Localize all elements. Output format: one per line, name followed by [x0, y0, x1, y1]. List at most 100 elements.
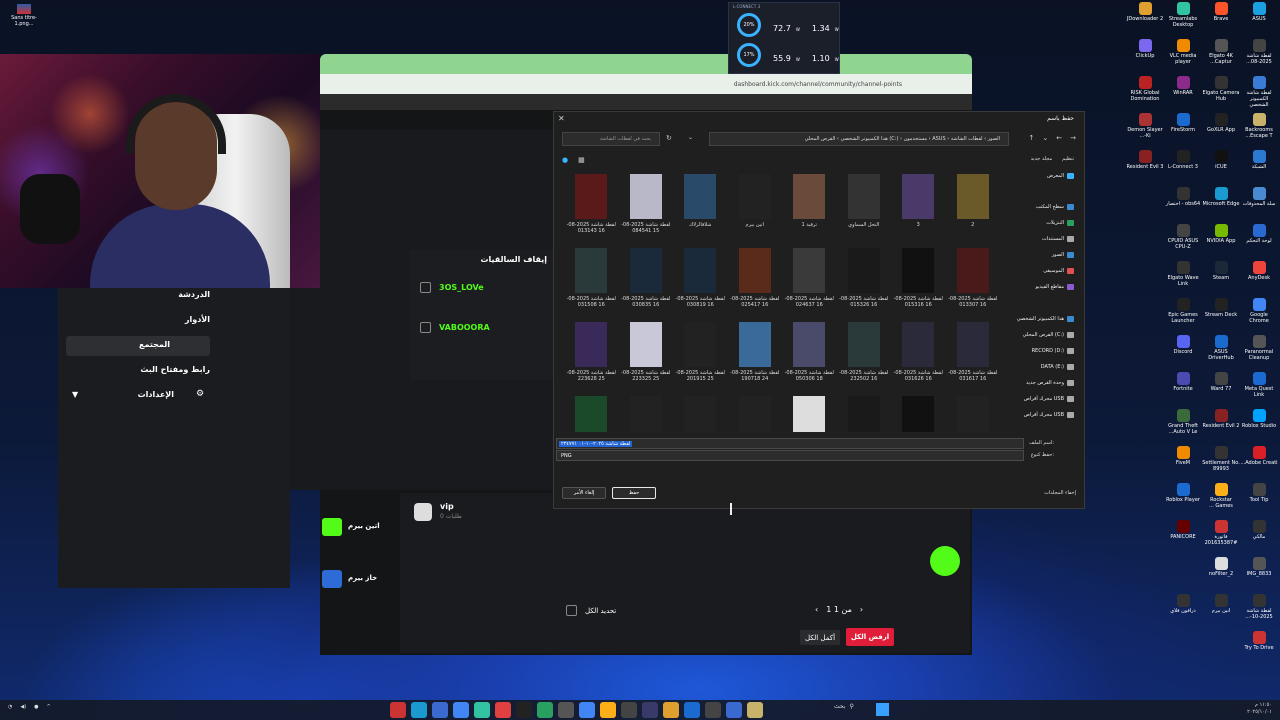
file-item[interactable]: لقطة شاشة 2025-08-16 025417 — [728, 246, 783, 320]
desktop-shortcut[interactable]: Elgato Camera Hub — [1202, 76, 1240, 113]
desktop-shortcut[interactable]: فاتورة #201635387 — [1202, 520, 1240, 557]
refresh-icon[interactable]: ↻ — [666, 134, 672, 142]
help-icon[interactable]: ● — [562, 156, 568, 164]
desktop-shortcut[interactable]: اتين بيرم — [1202, 594, 1240, 631]
file-name-input[interactable]: لقطة شاشة ٢٠٢٥-١٠-٠١ ٢٣٤٧٧١ — [556, 438, 1024, 449]
taskbar-app-icon[interactable] — [474, 702, 490, 718]
desktop-shortcut[interactable]: AnyDesk — [1240, 261, 1278, 298]
file-item[interactable]: التحل السماوي — [837, 172, 892, 246]
cancel-button[interactable]: إلغاء الأمر — [562, 487, 606, 499]
desktop-shortcut[interactable]: L-Connect 3 — [1164, 150, 1202, 187]
menu-item-roles[interactable]: الأدوار — [185, 315, 210, 324]
desktop-shortcut[interactable]: درافون فلاي — [1164, 594, 1202, 631]
file-item[interactable]: لقطة شاشة 2025-08-16 015316 — [891, 246, 946, 320]
nav-item[interactable]: محرك أقراص USB — [1024, 396, 1074, 402]
desktop-shortcut[interactable]: Resident Evil 3 — [1126, 150, 1164, 187]
browser-address-bar[interactable]: dashboard.kick.com/channel/community/cha… — [320, 74, 972, 94]
file-item[interactable]: لقطة شاشة 2025-08-16 232502 — [837, 320, 892, 394]
nav-item[interactable]: RECORD (D:) — [1032, 348, 1074, 354]
file-item[interactable] — [564, 394, 619, 432]
save-button[interactable]: حفظ — [612, 487, 656, 499]
file-item[interactable] — [728, 394, 783, 432]
view-icon[interactable]: ▦ — [578, 156, 585, 164]
file-item[interactable]: شلاقالزلاك — [673, 172, 728, 246]
nav-item[interactable]: محرك أقراص USB — [1024, 412, 1074, 418]
chevron-right-icon[interactable]: › — [860, 605, 863, 614]
file-item[interactable]: لقطة شاشة 2025-08-16 031626 — [891, 320, 946, 394]
search-input[interactable]: بحث في لقطات الشاشة — [562, 132, 660, 146]
nav-item[interactable]: وحدة القرص جديد — [1026, 380, 1074, 386]
nav-item[interactable]: الصور — [1052, 252, 1074, 258]
desktop-shortcut[interactable]: لقطة شاشة 2025-08... — [1240, 39, 1278, 76]
desktop-file-icon[interactable]: Sans titre-1.png... — [8, 4, 40, 27]
file-item[interactable]: لقطة شاشة 2025-08-18 050306 — [782, 320, 837, 394]
desktop-shortcut[interactable]: NVIDIA App — [1202, 224, 1240, 261]
desktop-shortcut[interactable]: Stream Deck — [1202, 298, 1240, 335]
reject-all-button[interactable]: ارفض الكل — [846, 628, 894, 646]
taskbar-app-icon[interactable] — [390, 702, 406, 718]
taskbar-app-icon[interactable] — [705, 702, 721, 718]
hide-folders-toggle[interactable]: إخفاء المجلدات — [1044, 490, 1076, 496]
nav-item[interactable]: المعرض — [1047, 173, 1074, 179]
save-type-select[interactable]: PNG — [556, 450, 1024, 461]
taskbar-app-icon[interactable] — [747, 702, 763, 718]
chevron-down-icon[interactable]: ⌄ — [1042, 134, 1048, 142]
taskbar-app-icon[interactable] — [558, 702, 574, 718]
desktop-shortcut[interactable]: WinRAR — [1164, 76, 1202, 113]
desktop-shortcut[interactable]: Ward 77 — [1202, 372, 1240, 409]
taskbar-clock[interactable]: ١١:٥٠ م ٢٠٢٥/١٠/٠١ — [1247, 702, 1272, 716]
desktop-shortcut[interactable]: Try To Drive — [1240, 631, 1278, 668]
gear-icon[interactable]: ⚙ — [196, 389, 204, 399]
taskbar-app-icon[interactable] — [495, 702, 511, 718]
desktop-shortcut[interactable]: FiveM — [1164, 446, 1202, 483]
desktop-shortcut[interactable]: iCUE — [1202, 150, 1240, 187]
desktop-shortcut[interactable]: لوحة التحكم — [1240, 224, 1278, 261]
desktop-shortcut[interactable]: ASUS DriverHub — [1202, 335, 1240, 372]
desktop-shortcut[interactable]: CPUID ASUS CPU-Z — [1164, 224, 1202, 261]
nav-item[interactable]: المستندات — [1042, 236, 1074, 242]
accept-all-button[interactable]: أكمل الكل — [800, 630, 840, 645]
file-item[interactable]: لقطة شاشة 2025-08-16 024637 — [782, 246, 837, 320]
menu-item-chat[interactable]: الدردشة — [178, 290, 210, 299]
desktop-shortcut[interactable]: Brave — [1202, 2, 1240, 39]
taskbar-app-icon[interactable] — [663, 702, 679, 718]
file-item[interactable] — [619, 394, 674, 432]
desktop-shortcut[interactable]: Resident Evil 2 — [1202, 409, 1240, 446]
user-row[interactable]: VABOOORA — [420, 322, 490, 333]
file-item[interactable] — [782, 394, 837, 432]
user-checkbox[interactable] — [420, 322, 431, 333]
file-item[interactable]: لقطة شاشة 2025-08-15 084541 — [619, 172, 674, 246]
desktop-shortcut[interactable]: PANICORE — [1164, 520, 1202, 557]
menu-item-settings[interactable]: الإعدادات — [138, 390, 174, 399]
desktop-shortcut[interactable]: الشبكة — [1240, 150, 1278, 187]
taskbar-app-icon[interactable] — [600, 702, 616, 718]
taskbar-app-icon[interactable] — [726, 702, 742, 718]
chevron-left-icon[interactable]: ‹ — [815, 605, 818, 614]
taskbar-app-icon[interactable] — [516, 702, 532, 718]
organize-button[interactable]: تنظيم — [1062, 156, 1074, 162]
desktop-shortcut[interactable]: ClickUp — [1126, 39, 1164, 76]
windows-start-icon[interactable] — [876, 703, 889, 716]
file-item[interactable]: لقطة شاشة 2025-08-16 031617 — [946, 320, 1001, 394]
file-item[interactable] — [837, 394, 892, 432]
desktop-shortcut[interactable]: Fortnite — [1164, 372, 1202, 409]
file-item[interactable]: لقطة شاشة 2025-08-16 015326 — [837, 246, 892, 320]
close-icon[interactable]: ✕ — [558, 114, 565, 123]
taskbar-app-icon[interactable] — [537, 702, 553, 718]
forward-arrow-icon[interactable]: ← — [1056, 134, 1062, 142]
desktop-shortcut[interactable]: Google Chrome — [1240, 298, 1278, 335]
taskbar-search[interactable]: بحث ⚲ — [834, 703, 854, 710]
user-row[interactable]: 3OS_LOVe — [420, 282, 484, 293]
file-item[interactable]: لقطة شاشة 2025-08-25 201915 — [673, 320, 728, 394]
taskbar-app-icon[interactable] — [621, 702, 637, 718]
chevron-up-icon[interactable]: ^ — [47, 704, 51, 710]
taskbar-app-icon[interactable] — [432, 702, 448, 718]
desktop-shortcut[interactable]: Steam — [1202, 261, 1240, 298]
file-item[interactable]: لقطة شاشة 2025-08-25 223325 — [619, 320, 674, 394]
desktop-shortcut[interactable]: لقطة شاشة 2025-10-... — [1240, 594, 1278, 631]
select-all[interactable]: تحديد الكل — [566, 605, 616, 616]
file-item[interactable]: لقطة شاشة 2025-08-16 013143 — [564, 172, 619, 246]
desktop-shortcut[interactable]: JDownloader 2 — [1126, 2, 1164, 39]
desktop-shortcut[interactable]: Tool Tip — [1240, 483, 1278, 520]
file-item[interactable]: 3 — [891, 172, 946, 246]
